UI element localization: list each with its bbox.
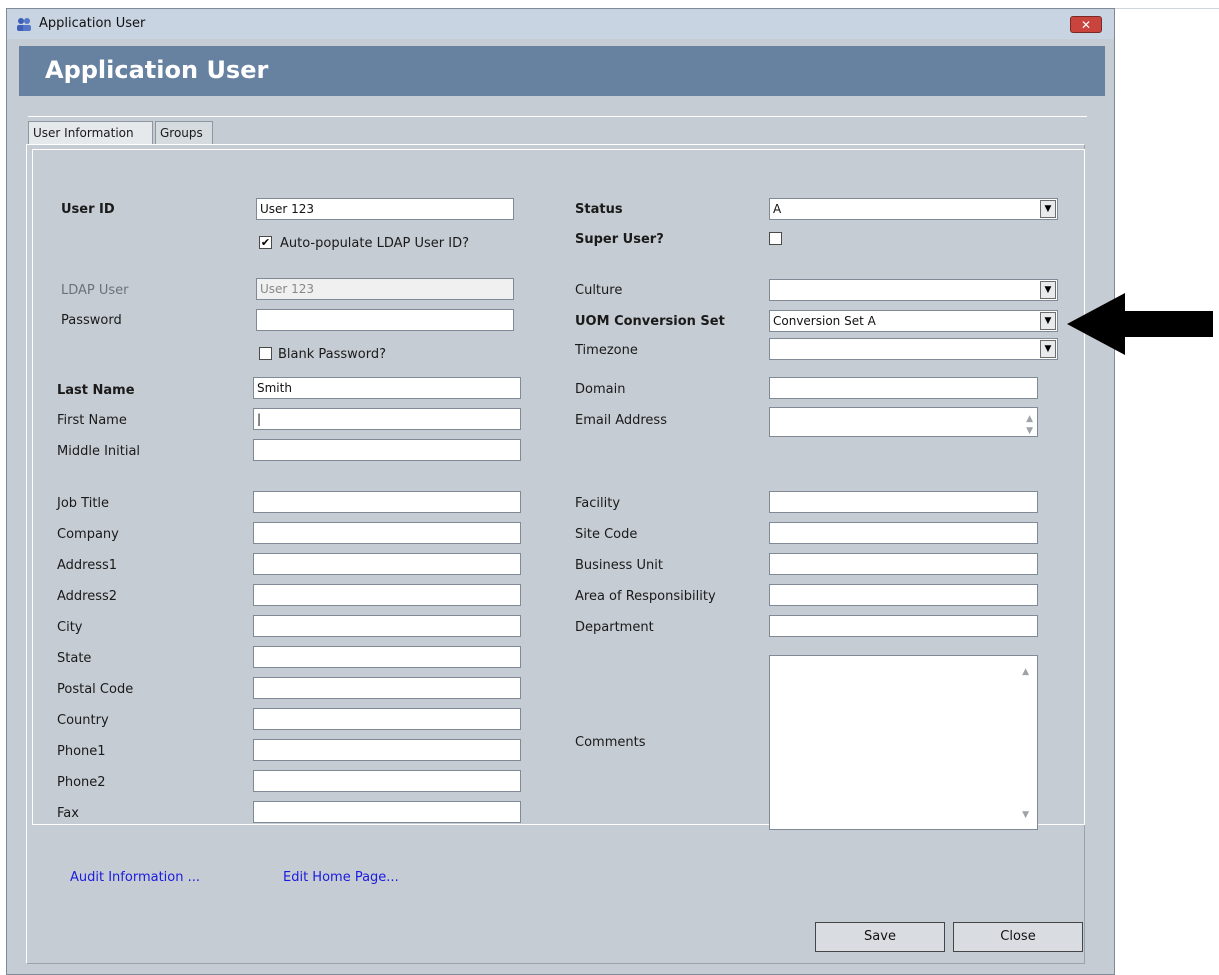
job-title-input[interactable] [253, 491, 521, 513]
audit-information-link[interactable]: Audit Information ... [70, 870, 200, 885]
tab-user-information[interactable]: User Information [28, 121, 153, 144]
users-group-icon [17, 18, 31, 31]
address2-input[interactable] [253, 584, 521, 606]
chevron-down-icon[interactable]: ▼ [1040, 200, 1056, 218]
last-name-input[interactable]: Smith [253, 377, 521, 399]
ldap-user-input: User 123 [256, 278, 514, 300]
window-close-button[interactable]: ✕ [1070, 16, 1102, 33]
comments-label: Comments [575, 735, 646, 750]
page-title: Application User [45, 56, 269, 84]
fax-input[interactable] [253, 801, 521, 823]
company-label: Company [57, 527, 119, 542]
address2-label: Address2 [57, 589, 118, 604]
chevron-down-icon[interactable]: ▼ [1040, 312, 1056, 330]
company-input[interactable] [253, 522, 521, 544]
auto-ldap-label: Auto-populate LDAP User ID? [280, 236, 470, 251]
blank-password-checkbox[interactable] [259, 347, 272, 360]
phone1-label: Phone1 [57, 744, 106, 759]
country-label: Country [57, 713, 109, 728]
title-bar[interactable]: Application User ✕ [7, 9, 1114, 39]
user-id-input[interactable]: User 123 [256, 198, 514, 220]
middle-initial-label: Middle Initial [57, 444, 141, 459]
top-edge-line [1115, 8, 1219, 9]
ldap-user-label: LDAP User [61, 283, 129, 298]
fax-label: Fax [57, 806, 79, 821]
tab-groups[interactable]: Groups [155, 121, 213, 144]
password-input[interactable] [256, 309, 514, 331]
uom-conversion-set-label: UOM Conversion Set [575, 314, 725, 329]
phone2-label: Phone2 [57, 775, 106, 790]
facility-input[interactable] [769, 491, 1038, 513]
address1-input[interactable] [253, 553, 521, 575]
scroll-up-icon[interactable]: ▲ [1022, 662, 1029, 682]
first-name-input[interactable]: | [253, 408, 521, 430]
user-id-label: User ID [61, 202, 115, 217]
site-code-label: Site Code [575, 527, 638, 542]
status-label: Status [575, 202, 623, 217]
timezone-label: Timezone [575, 343, 638, 358]
status-value: A [773, 202, 782, 216]
postal-code-input[interactable] [253, 677, 521, 699]
department-label: Department [575, 620, 654, 635]
domain-input[interactable] [769, 377, 1038, 399]
comments-textarea[interactable]: ▲ ▼ [769, 655, 1038, 830]
edit-home-page-link[interactable]: Edit Home Page... [283, 870, 399, 885]
site-code-input[interactable] [769, 522, 1038, 544]
last-name-label: Last Name [57, 383, 135, 398]
super-user-checkbox[interactable] [769, 232, 782, 245]
scroll-down-icon[interactable]: ▼ [1022, 805, 1029, 825]
save-button[interactable]: Save [815, 922, 945, 952]
facility-label: Facility [575, 496, 621, 511]
chevron-down-icon[interactable]: ▼ [1040, 281, 1056, 299]
culture-select[interactable]: ▼ [769, 279, 1058, 301]
email-address-label: Email Address [575, 413, 667, 428]
business-unit-input[interactable] [769, 553, 1038, 575]
address1-label: Address1 [57, 558, 118, 573]
city-input[interactable] [253, 615, 521, 637]
uom-conversion-set-select[interactable]: Conversion Set A ▼ [769, 310, 1058, 332]
first-name-label: First Name [57, 413, 127, 428]
chevron-down-icon[interactable]: ▼ [1040, 340, 1056, 358]
password-label: Password [61, 313, 122, 328]
culture-label: Culture [575, 283, 623, 298]
scroll-down-icon[interactable]: ▼ [1026, 421, 1033, 441]
country-input[interactable] [253, 708, 521, 730]
arrow-left-pointer-icon [1067, 293, 1213, 355]
area-of-responsibility-label: Area of Responsibility [575, 589, 716, 604]
area-of-responsibility-input[interactable] [769, 584, 1038, 606]
window-title: Application User [39, 16, 146, 31]
department-input[interactable] [769, 615, 1038, 637]
city-label: City [57, 620, 83, 635]
postal-code-label: Postal Code [57, 682, 134, 697]
status-select[interactable]: A ▼ [769, 198, 1058, 220]
uom-conversion-set-value: Conversion Set A [773, 314, 876, 328]
phone1-input[interactable] [253, 739, 521, 761]
state-label: State [57, 651, 92, 666]
middle-initial-input[interactable] [253, 439, 521, 461]
timezone-select[interactable]: ▼ [769, 338, 1058, 360]
auto-ldap-checkbox[interactable]: ✔ [259, 236, 272, 249]
phone2-input[interactable] [253, 770, 521, 792]
domain-label: Domain [575, 382, 626, 397]
tab-strip-line [28, 116, 1087, 117]
state-input[interactable] [253, 646, 521, 668]
super-user-label: Super User? [575, 232, 664, 247]
close-button[interactable]: Close [953, 922, 1083, 952]
job-title-label: Job Title [57, 496, 110, 511]
business-unit-label: Business Unit [575, 558, 663, 573]
page-header: Application User [19, 46, 1105, 96]
email-address-input[interactable]: ▲ ▼ [769, 407, 1038, 437]
blank-password-label: Blank Password? [278, 347, 387, 362]
